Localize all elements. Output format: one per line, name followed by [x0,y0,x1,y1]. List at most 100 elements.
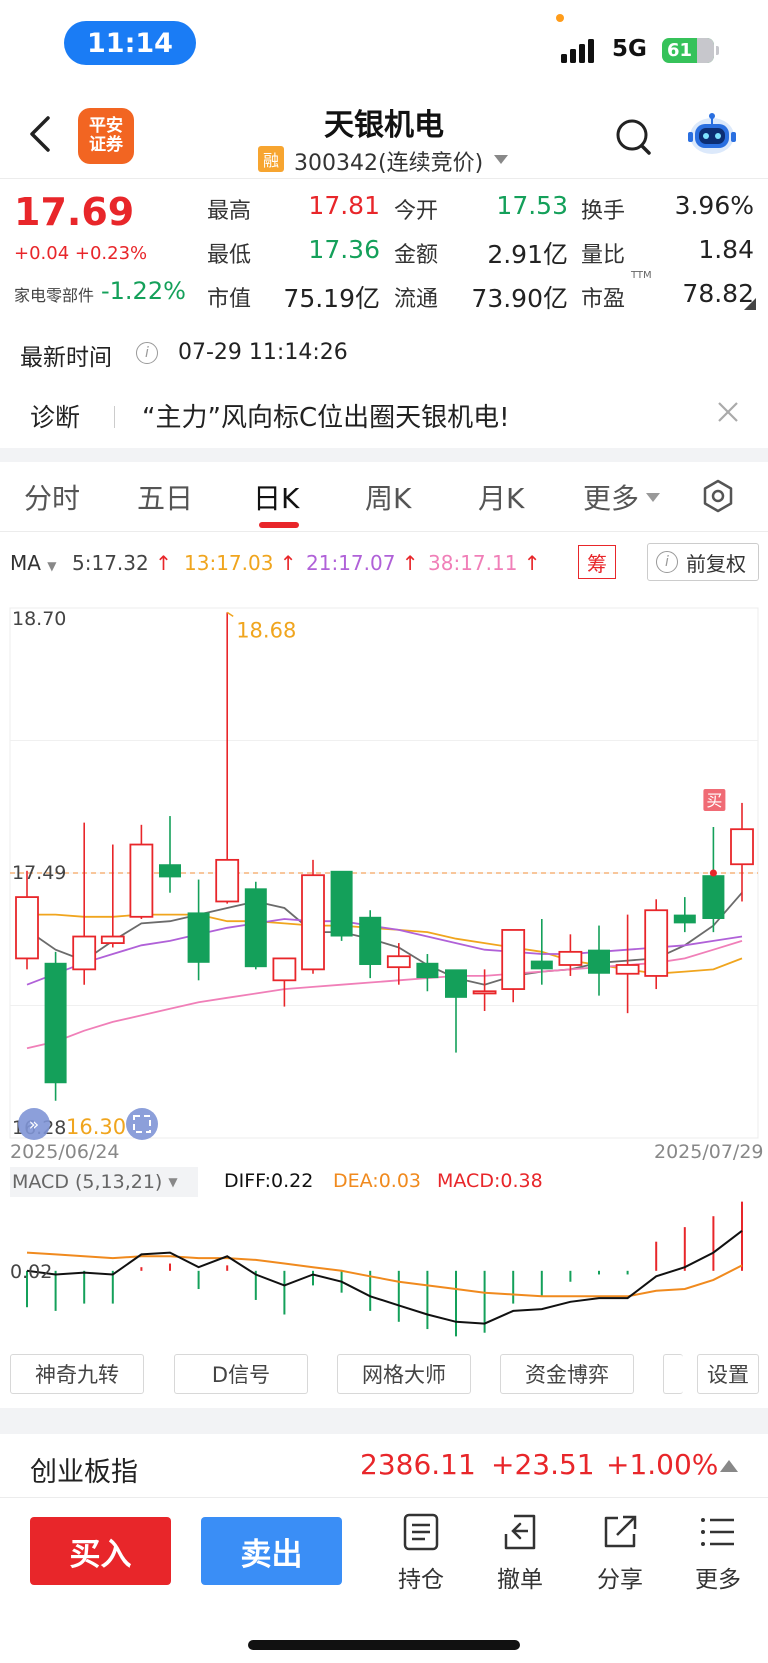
field-value-pe: 78.82 [682,279,754,308]
buy-signal-label: 买 [706,791,722,810]
field-label-high: 最高 [207,199,252,224]
arrow-up-icon: ↑ [273,551,297,575]
more-button[interactable]: 更多 [678,1512,758,1594]
info-icon[interactable]: i [656,551,678,573]
candle-body-up [100,935,125,944]
field-value-amount: 2.91亿 [487,240,568,269]
diff-line [26,1230,743,1325]
chip-distribution-button[interactable]: 筹 [578,545,616,579]
arrow-up-icon: ↑ [148,551,172,575]
field-label-market-cap: 市值 [207,287,252,312]
field-value-market-cap: 75.19亿 [283,284,380,313]
candle-body-down [445,969,467,998]
chart-end-date: 2025/07/29 [654,1141,764,1163]
section-gap [0,1408,768,1434]
candle-body-down [530,960,553,970]
field-value-high: 17.81 [308,191,380,220]
indicator-fund-game-button[interactable]: 资金博弈 [500,1354,634,1394]
field-value-float-cap: 73.90亿 [471,284,568,313]
candle-body-up [15,896,39,960]
field-value-volume-ratio: 1.84 [698,235,754,264]
divider [114,406,115,428]
tab-active-indicator [259,522,299,528]
divider [0,531,768,532]
battery-icon: 61 [662,38,719,63]
candle-body-up [501,929,526,990]
price-change: +0.04 +0.23% [14,243,148,264]
caret-up-icon[interactable] [720,1460,738,1472]
macd-chart[interactable]: 0.02 [0,1190,768,1345]
ma38-line [26,940,743,1050]
double-arrow-icon: » [29,1115,39,1135]
positions-button[interactable]: 持仓 [381,1512,461,1594]
tab-monthly-k[interactable]: 月K [478,477,524,517]
ma13-text: 13:17.03 [184,551,274,575]
tab-more[interactable]: 更多 [583,477,639,517]
field-label-float-cap: 流通 [394,287,439,312]
index-value: 2386.11 [360,1448,476,1481]
index-name[interactable]: 创业板指 [30,1450,138,1489]
field-label-volume-ratio: 量比 [581,243,626,268]
ai-assistant-robot-icon[interactable] [686,112,738,158]
info-icon[interactable]: i [136,342,158,364]
divider [0,178,768,179]
sell-button[interactable]: 卖出 [201,1517,342,1585]
tab-intraday[interactable]: 分时 [24,477,80,517]
tab-daily-k[interactable]: 日K [253,477,299,517]
stock-code[interactable]: 300342(连续竞价) [294,145,483,177]
arrow-up-icon: ↑ [395,551,419,575]
candle-body-up [272,957,297,982]
caret-down-icon[interactable] [646,493,660,502]
arrow-up-icon: ↑ [517,551,541,575]
field-value-low: 17.36 [308,235,380,264]
cancel-order-button[interactable]: 撤单 [480,1512,560,1594]
battery-level: 61 [667,40,693,61]
ma-label[interactable]: MA ▼ [10,551,57,575]
menu-icon [701,1518,734,1546]
ma38-text: 38:17.11 [428,551,518,575]
expand-corner-icon[interactable] [744,298,756,310]
candle-body-down [244,888,267,968]
y-axis-label-mid: 17.49 [12,862,66,884]
latest-time-label: 最新时间 [20,345,112,371]
divider [0,1497,768,1498]
candle-body-down [702,875,725,919]
share-button[interactable]: 分享 [580,1512,660,1594]
tab-weekly-k[interactable]: 周K [365,477,411,517]
fullscreen-icon [126,1108,158,1140]
high-label: 18.68 [236,618,296,642]
indicator-settings-button[interactable]: 设置 [697,1354,759,1394]
close-icon[interactable] [716,400,740,424]
indicator-overflow-button[interactable] [663,1354,683,1394]
ma13-value: 13:17.03 ↑ [184,551,297,575]
diagnosis-text[interactable]: “主力”风向标C位出圈天银机电! [142,397,510,434]
more-label: 更多 [695,1567,741,1593]
candle-body-down [359,916,382,965]
macd-diff-value: DIFF:0.22 [224,1170,314,1192]
candle-body-up [472,990,497,995]
tab-five-day[interactable]: 五日 [137,477,193,517]
margin-badge: 融 [258,146,284,172]
latest-time-value: 07-29 11:14:26 [178,340,348,365]
search-icon[interactable] [614,115,654,159]
kline-chart[interactable]: 18.7017.4916.2818.6816.30买» [0,590,768,1150]
home-indicator [248,1640,520,1650]
index-change: +23.51 [491,1448,595,1481]
sector-change[interactable]: -1.22% [101,277,186,305]
candle-body-up [644,909,669,977]
candle-body-up [558,950,583,966]
diagnosis-label: 诊断 [30,403,81,432]
indicator-nine-turns-button[interactable]: 神奇九转 [10,1354,144,1394]
candle-body-down [588,949,610,974]
network-type: 5G [612,36,647,62]
sector-name[interactable]: 家电零部件 [14,282,94,306]
indicator-grid-master-button[interactable]: 网格大师 [337,1354,471,1394]
candle-body-down [673,914,696,924]
caret-down-icon[interactable] [494,155,508,164]
field-value-open: 17.53 [496,191,568,220]
gear-icon[interactable] [700,478,736,514]
y-axis-label-max: 18.70 [12,608,66,630]
buy-button[interactable]: 买入 [30,1517,171,1585]
indicator-d-signal-button[interactable]: D信号 [174,1354,308,1394]
candle-body-down [44,962,67,1084]
